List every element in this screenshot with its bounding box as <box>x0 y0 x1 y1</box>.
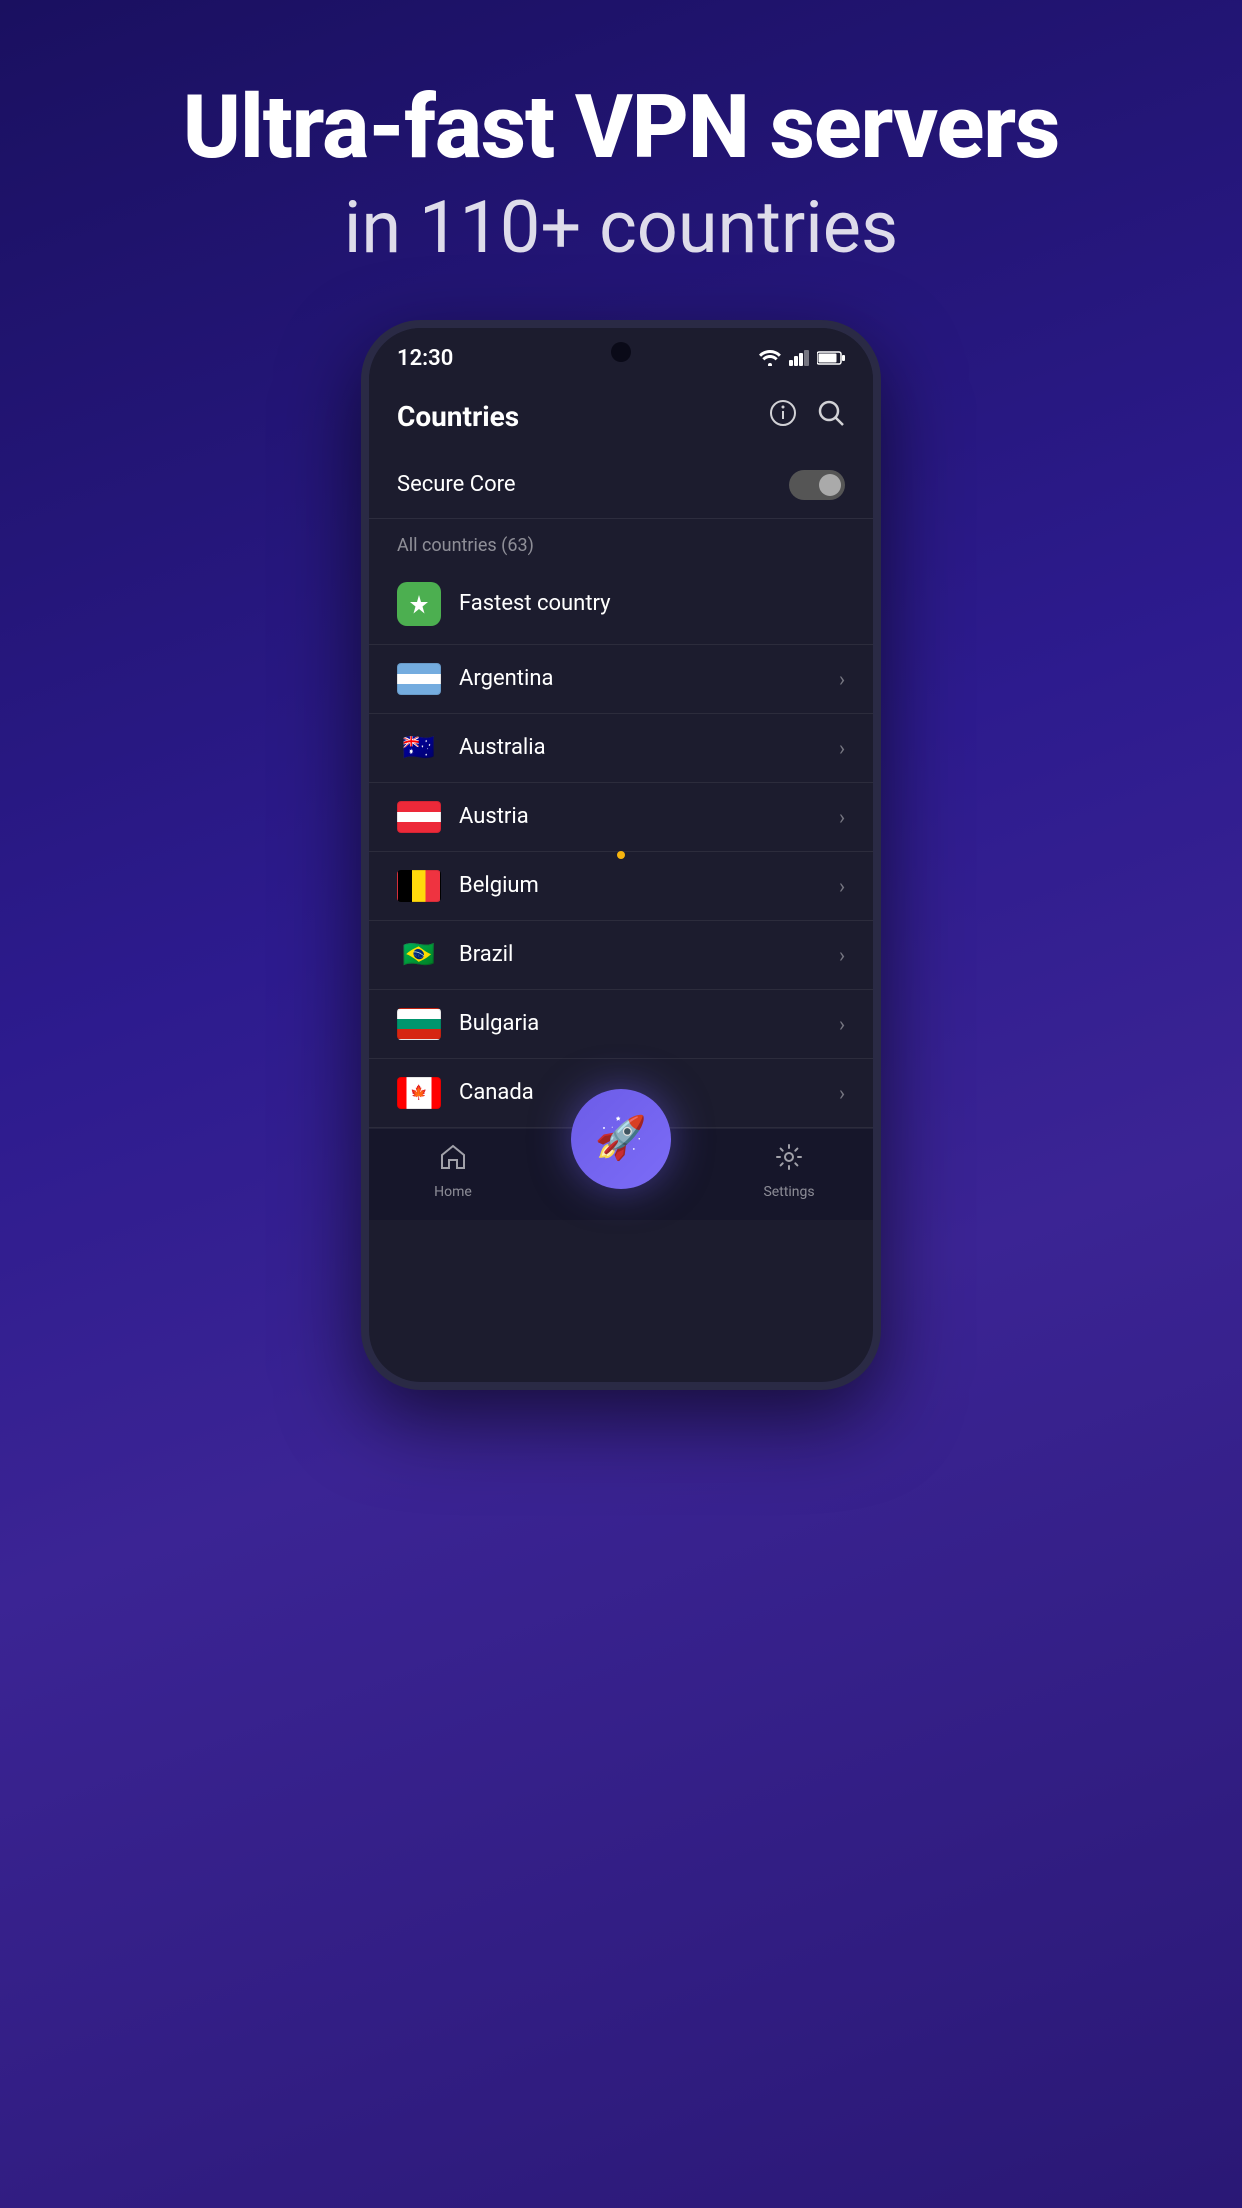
chevron-australia: › <box>839 736 845 760</box>
app-header: Countries <box>369 381 873 452</box>
connect-icon: 🚀 <box>595 1114 647 1163</box>
country-name-austria: Austria <box>459 804 839 829</box>
search-icon[interactable] <box>817 399 845 434</box>
hero-subtitle: in 110+ countries <box>183 185 1060 270</box>
country-name-bulgaria: Bulgaria <box>459 1011 839 1036</box>
toggle-knob <box>819 474 841 496</box>
wifi-icon <box>759 350 781 366</box>
country-item-bulgaria[interactable]: Bulgaria › <box>369 990 873 1059</box>
secure-core-toggle[interactable] <box>789 470 845 500</box>
nav-home[interactable]: Home <box>369 1143 537 1200</box>
settings-label: Settings <box>763 1184 814 1200</box>
home-label: Home <box>434 1184 472 1200</box>
country-name-brazil: Brazil <box>459 942 839 967</box>
secure-core-label: Secure Core <box>397 472 516 497</box>
flag-brazil: 🇧🇷 <box>397 939 441 971</box>
phone-frame: 12:30 <box>361 320 881 1390</box>
status-time: 12:30 <box>397 346 453 371</box>
phone-mockup: 12:30 <box>361 320 881 1390</box>
fastest-country-icon <box>397 582 441 626</box>
chevron-austria: › <box>839 805 845 829</box>
flag-canada: 🍁 <box>397 1077 441 1109</box>
info-icon[interactable] <box>769 399 797 434</box>
flag-belgium <box>397 870 441 902</box>
countries-section-label: All countries (63) <box>369 519 873 564</box>
flag-australia: 🇦🇺 <box>397 732 441 764</box>
country-item-brazil[interactable]: 🇧🇷 Brazil › <box>369 921 873 990</box>
country-name-belgium: Belgium <box>459 873 839 898</box>
country-name-argentina: Argentina <box>459 666 839 691</box>
country-item-australia[interactable]: 🇦🇺 Australia › <box>369 714 873 783</box>
connect-button[interactable]: 🚀 <box>571 1089 671 1189</box>
chevron-argentina: › <box>839 667 845 691</box>
bottom-nav: Home Settings 🚀 <box>369 1128 873 1220</box>
country-item-argentina[interactable]: Argentina › <box>369 645 873 714</box>
battery-icon <box>817 350 845 366</box>
hero-section: Ultra-fast VPN servers in 110+ countries <box>183 0 1060 320</box>
chevron-brazil: › <box>839 943 845 967</box>
flag-argentina <box>397 663 441 695</box>
country-list: Fastest country Argentina › 🇦🇺 Australia… <box>369 564 873 1128</box>
status-icons <box>759 350 845 366</box>
flag-austria <box>397 801 441 833</box>
country-item-austria[interactable]: Austria › <box>369 783 873 852</box>
settings-icon <box>775 1143 803 1178</box>
secure-core-row: Secure Core <box>369 452 873 519</box>
chevron-belgium: › <box>839 874 845 898</box>
fastest-country-name: Fastest country <box>459 591 845 616</box>
signal-icon <box>789 350 809 366</box>
country-item-belgium[interactable]: Belgium › <box>369 852 873 921</box>
fastest-country-item[interactable]: Fastest country <box>369 564 873 645</box>
app-title: Countries <box>397 400 519 433</box>
home-icon <box>439 1143 467 1178</box>
camera-notch <box>611 342 631 362</box>
chevron-bulgaria: › <box>839 1012 845 1036</box>
flag-bulgaria <box>397 1008 441 1040</box>
hero-title: Ultra-fast VPN servers <box>183 80 1060 177</box>
nav-settings[interactable]: Settings <box>705 1143 873 1200</box>
chevron-canada: › <box>839 1081 845 1105</box>
header-icons <box>769 399 845 434</box>
country-name-australia: Australia <box>459 735 839 760</box>
